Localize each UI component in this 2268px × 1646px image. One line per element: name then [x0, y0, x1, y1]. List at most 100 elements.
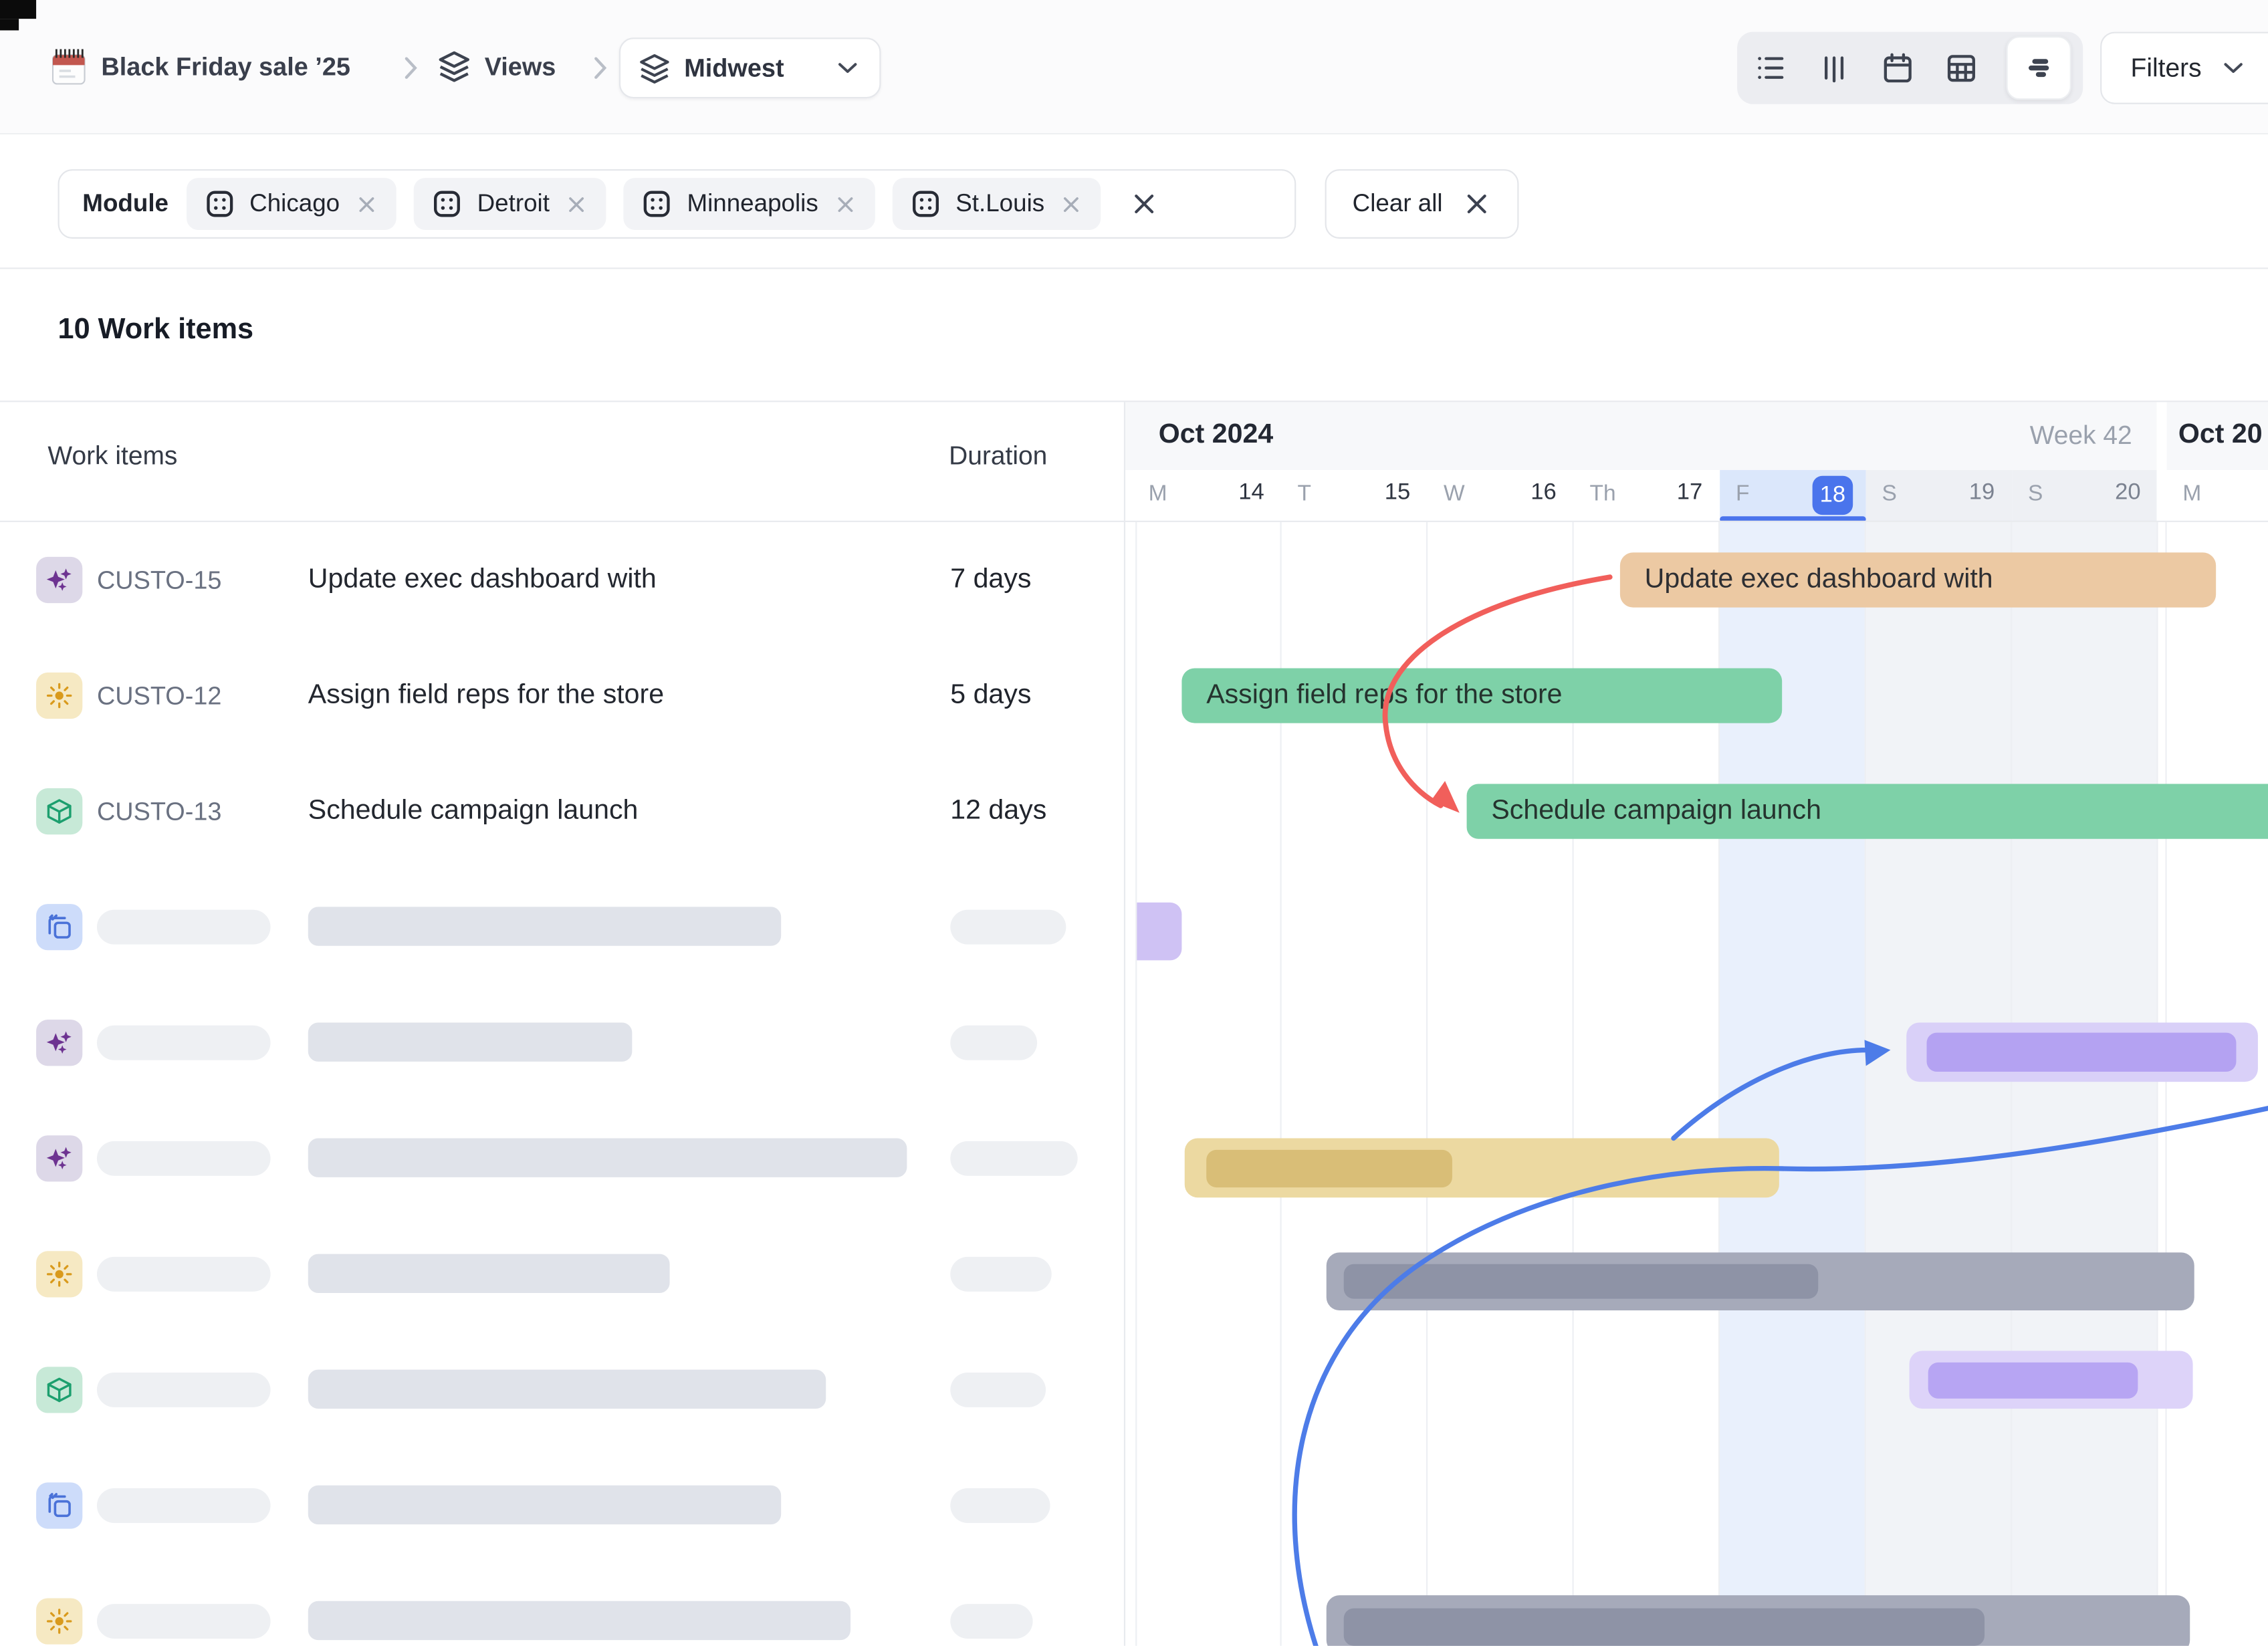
- month-label: Oct 2024: [1159, 419, 1273, 451]
- list-view-button[interactable]: [1748, 46, 1791, 90]
- filters-label: Filters: [2131, 53, 2202, 83]
- corner-artifact: [0, 19, 19, 30]
- timeline-view-button-active[interactable]: [2007, 36, 2071, 100]
- sun-icon: [45, 681, 74, 710]
- breadcrumb-project[interactable]: Black Friday sale ’25: [101, 0, 350, 134]
- remove-chip-icon[interactable]: [1059, 192, 1084, 217]
- app-window: Black Friday sale ’25 Views Midwest: [0, 0, 2268, 1646]
- skeleton-title: [308, 1486, 781, 1524]
- stack-icon-tile: [36, 1482, 82, 1528]
- day-cell-17: Th17: [1574, 470, 1720, 522]
- skeleton-duration: [950, 1026, 1037, 1060]
- work-item-id: CUSTO-12: [97, 638, 222, 753]
- sun-icon: [45, 1260, 74, 1288]
- remove-module-filter-icon[interactable]: [1130, 189, 1159, 218]
- chevron-down-icon: [2219, 53, 2248, 82]
- filter-chip-chicago[interactable]: Chicago: [186, 178, 396, 230]
- day-letter: M: [1149, 481, 1167, 507]
- layout-switcher: [1737, 32, 2083, 104]
- stack-icon: [45, 1491, 74, 1520]
- work-item-id: CUSTO-13: [97, 753, 222, 869]
- breadcrumb-views[interactable]: Views: [485, 0, 556, 134]
- filter-chip-minneapolis[interactable]: Minneapolis: [623, 178, 875, 230]
- clear-all-filters-button[interactable]: Clear all: [1325, 169, 1520, 239]
- sun-icon-tile: [36, 673, 82, 719]
- chevron-down-icon: [833, 53, 862, 82]
- work-items-count: 10 Work items: [58, 314, 254, 347]
- skeleton-title: [308, 1601, 850, 1640]
- day-number: 19: [1969, 480, 1995, 506]
- work-item-title: Update exec dashboard with: [308, 522, 657, 638]
- next-month-label: Oct 20: [2178, 419, 2263, 451]
- close-icon: [1463, 189, 1492, 218]
- skeleton-duration: [950, 1257, 1051, 1292]
- chip-label: Minneapolis: [687, 189, 818, 218]
- skeleton-id: [97, 1257, 271, 1292]
- work-item-title: Assign field reps for the store: [308, 638, 664, 753]
- skeleton-duration: [950, 1141, 1077, 1176]
- today-badge: 18: [1813, 476, 1853, 515]
- dependency-arrow-red-head: [1431, 781, 1460, 813]
- day-number: 15: [1385, 480, 1411, 506]
- table-row-skeleton[interactable]: [0, 869, 1124, 985]
- table-row-custo-12[interactable]: CUSTO-12 Assign field reps for the store…: [0, 638, 1124, 753]
- table-row-skeleton[interactable]: [0, 1564, 1124, 1646]
- sparkles-icon-tile: [36, 557, 82, 603]
- box-icon: [45, 797, 74, 826]
- table-row-custo-13[interactable]: CUSTO-13 Schedule campaign launch 12 day…: [0, 753, 1124, 869]
- day-number: 14: [1238, 480, 1264, 506]
- skeleton-duration: [950, 1373, 1046, 1407]
- calendar-emoji-icon: [52, 46, 87, 85]
- table-icon: [1944, 51, 1978, 86]
- skeleton-id: [97, 1604, 271, 1639]
- table-row-skeleton[interactable]: [0, 1447, 1124, 1563]
- module-chips: Chicago Detroit Minneapolis St.Louis: [186, 178, 1101, 230]
- table-row-skeleton[interactable]: [0, 1332, 1124, 1447]
- stack-icon: [45, 913, 74, 941]
- skeleton-id: [97, 1373, 271, 1407]
- kanban-view-button[interactable]: [1813, 46, 1855, 90]
- column-header-duration: Duration: [949, 441, 1047, 471]
- sparkles-icon: [45, 1144, 74, 1173]
- box-icon: [45, 1375, 74, 1404]
- day-letter: T: [1297, 481, 1311, 507]
- sparkles-icon-tile: [36, 1020, 82, 1066]
- day-cell-14: M 14: [1133, 470, 1282, 522]
- skeleton-id: [97, 1026, 271, 1060]
- calendar-view-button[interactable]: [1876, 46, 1918, 90]
- work-item-title: Schedule campaign launch: [308, 753, 639, 869]
- chip-label: Detroit: [477, 189, 550, 218]
- module-icon: [909, 188, 941, 220]
- remove-chip-icon[interactable]: [564, 192, 589, 217]
- chip-label: St.Louis: [955, 189, 1044, 218]
- filter-chip-st.louis[interactable]: St.Louis: [892, 178, 1101, 230]
- remove-chip-icon[interactable]: [832, 192, 857, 217]
- view-selector-button[interactable]: Midwest: [619, 37, 881, 98]
- clear-all-label: Clear all: [1353, 189, 1443, 218]
- column-header-work-items: Work items: [47, 441, 177, 471]
- skeleton-id: [97, 1488, 271, 1523]
- remove-chip-icon[interactable]: [354, 192, 379, 217]
- table-view-button[interactable]: [1940, 46, 1982, 90]
- day-letter: S: [1882, 481, 1896, 507]
- table-row-skeleton[interactable]: [0, 1216, 1124, 1332]
- sun-icon-tile: [36, 1598, 82, 1644]
- table-row-custo-15[interactable]: CUSTO-15 Update exec dashboard with 7 da…: [0, 522, 1124, 638]
- filters-button[interactable]: Filters: [2100, 32, 2268, 104]
- gantt-icon: [2022, 51, 2057, 86]
- day-number: 17: [1677, 480, 1703, 506]
- filter-chip-detroit[interactable]: Detroit: [413, 178, 606, 230]
- box-icon-tile: [36, 1367, 82, 1413]
- sparkles-icon-tile: [36, 1135, 82, 1181]
- table-row-skeleton[interactable]: [0, 1100, 1124, 1216]
- module-icon: [203, 188, 235, 220]
- day-cell-20: S20: [2012, 470, 2158, 522]
- dependency-arrow-blue-up-head: [1864, 1040, 1890, 1066]
- day-letter: M: [2182, 481, 2201, 507]
- top-bar: Black Friday sale ’25 Views Midwest: [0, 0, 2268, 134]
- chevron-right-icon: [393, 51, 428, 86]
- skeleton-title: [308, 1139, 907, 1177]
- table-row-skeleton[interactable]: [0, 985, 1124, 1100]
- work-items-list: CUSTO-15 Update exec dashboard with 7 da…: [0, 522, 1124, 1646]
- skeleton-duration: [950, 1604, 1032, 1639]
